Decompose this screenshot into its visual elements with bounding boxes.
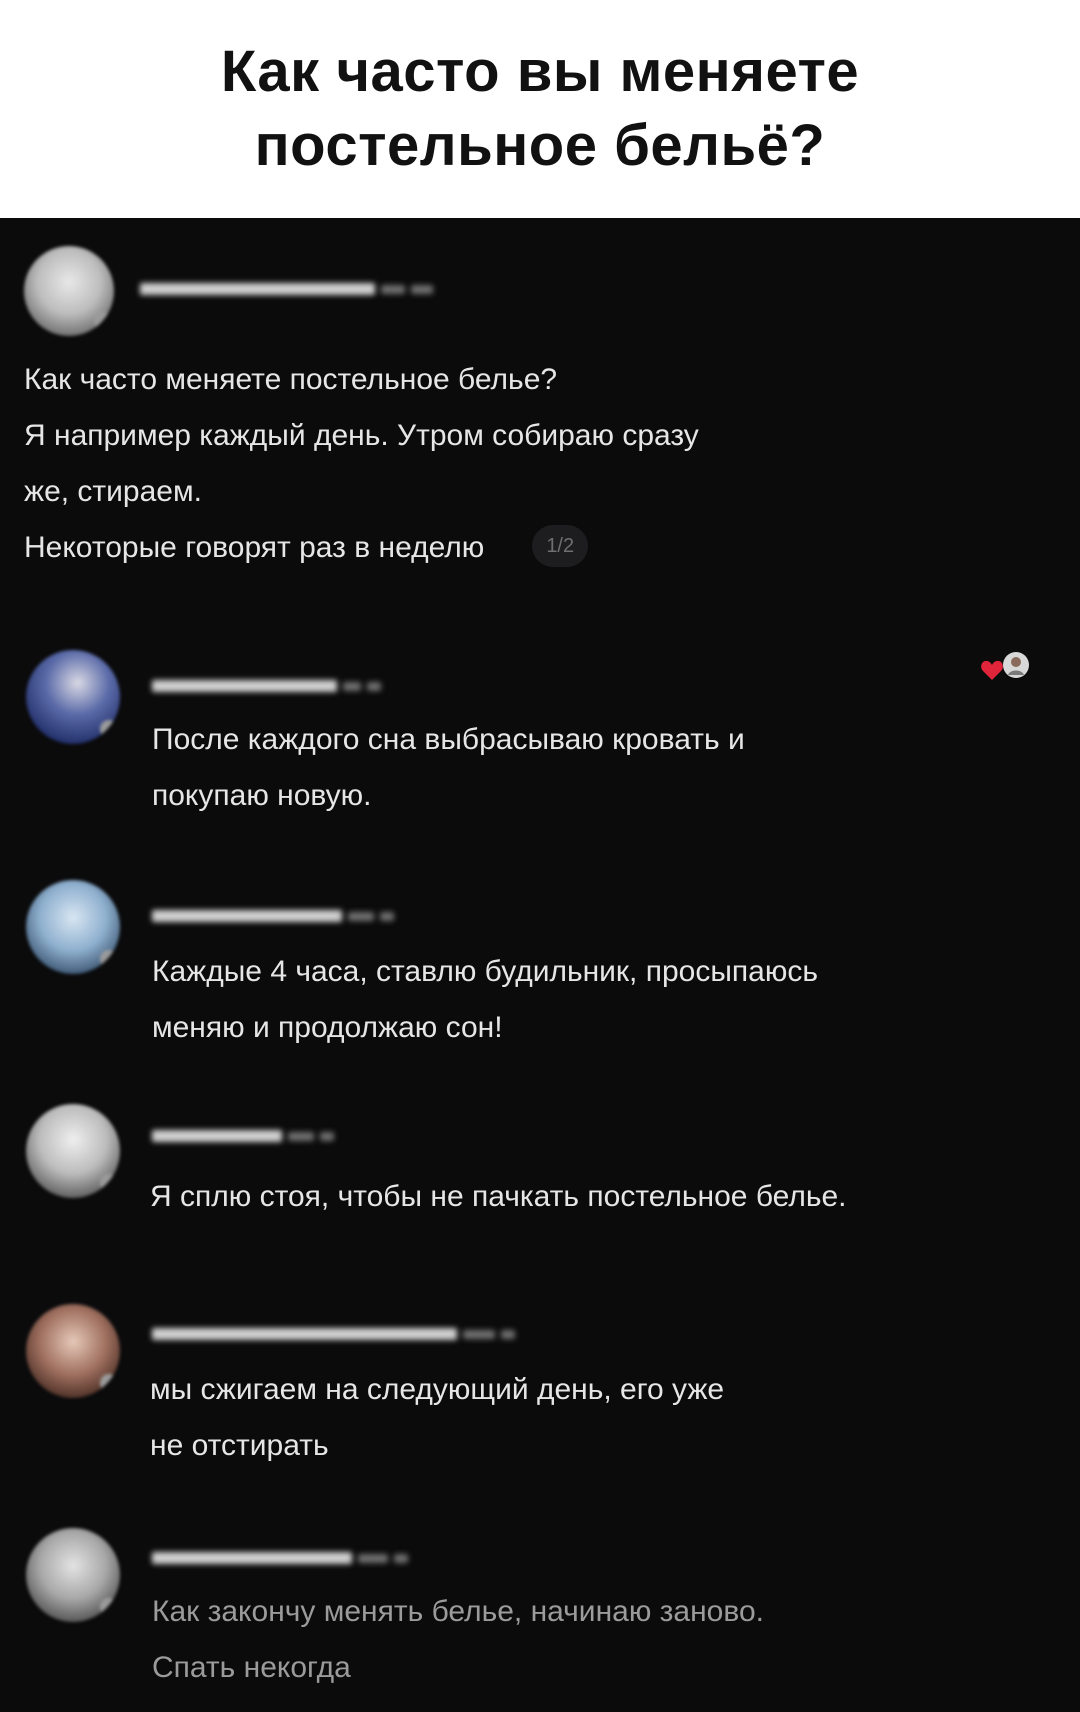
post-line: же, стираем. [24, 475, 202, 508]
meme-header: Как часто вы меняете постельное бельё? [0, 0, 1080, 218]
post-author-avatar[interactable] [24, 246, 114, 336]
meme-title: Как часто вы меняете постельное бельё? [220, 39, 860, 178]
comment-body: Я сплю стоя, чтобы не пачкать постельное… [150, 1169, 847, 1225]
commenter-username[interactable] [152, 1550, 408, 1566]
comment-line: меняю и продолжаю сон! [152, 1011, 503, 1044]
comment-line: Каждые 4 часа, ставлю будильник, просыпа… [152, 955, 818, 988]
post-body: Как часто меняете постельное белье? Я на… [24, 352, 699, 576]
commenter-avatar[interactable] [26, 1528, 120, 1622]
post-line: Как часто меняете постельное белье? [24, 363, 558, 396]
comment-line: не отстирать [150, 1429, 329, 1462]
post-line: Я например каждый день. Утром собираю ср… [24, 419, 699, 452]
comment-body: Каждые 4 часа, ставлю будильник, просыпа… [152, 944, 818, 1056]
comment-body: Как закончу менять белье, начинаю заново… [152, 1584, 764, 1696]
comment-body: мы сжигаем на следующий день, его уже не… [150, 1362, 724, 1474]
comments-screenshot: Как часто меняете постельное белье? Я на… [0, 218, 1080, 1712]
heart-with-avatar-icon [981, 652, 1029, 680]
commenter-username[interactable] [152, 1326, 515, 1342]
commenter-avatar[interactable] [26, 650, 120, 744]
commenter-avatar[interactable] [26, 880, 120, 974]
carousel-page-indicator[interactable]: 1/2 [532, 525, 589, 568]
commenter-username[interactable] [152, 908, 394, 924]
post-line: Некоторые говорят раз в неделю 1/2 [24, 520, 699, 576]
commenter-username[interactable] [152, 678, 381, 694]
commenter-avatar[interactable] [26, 1104, 120, 1198]
comment-line: Как закончу менять белье, начинаю заново… [152, 1595, 764, 1628]
comment-line: После каждого сна выбрасываю кровать и [152, 723, 745, 756]
commenter-avatar[interactable] [26, 1304, 120, 1398]
comment-line: покупаю новую. [152, 779, 372, 812]
comment-line: мы сжигаем на следующий день, его уже [150, 1373, 725, 1406]
comment-line: Спать некогда [152, 1651, 351, 1684]
comment-line: Я сплю стоя, чтобы не пачкать постельное… [150, 1180, 847, 1213]
comment-body: После каждого сна выбрасываю кровать и п… [152, 712, 745, 824]
post-author-username[interactable] [140, 281, 433, 297]
commenter-username[interactable] [152, 1128, 334, 1144]
